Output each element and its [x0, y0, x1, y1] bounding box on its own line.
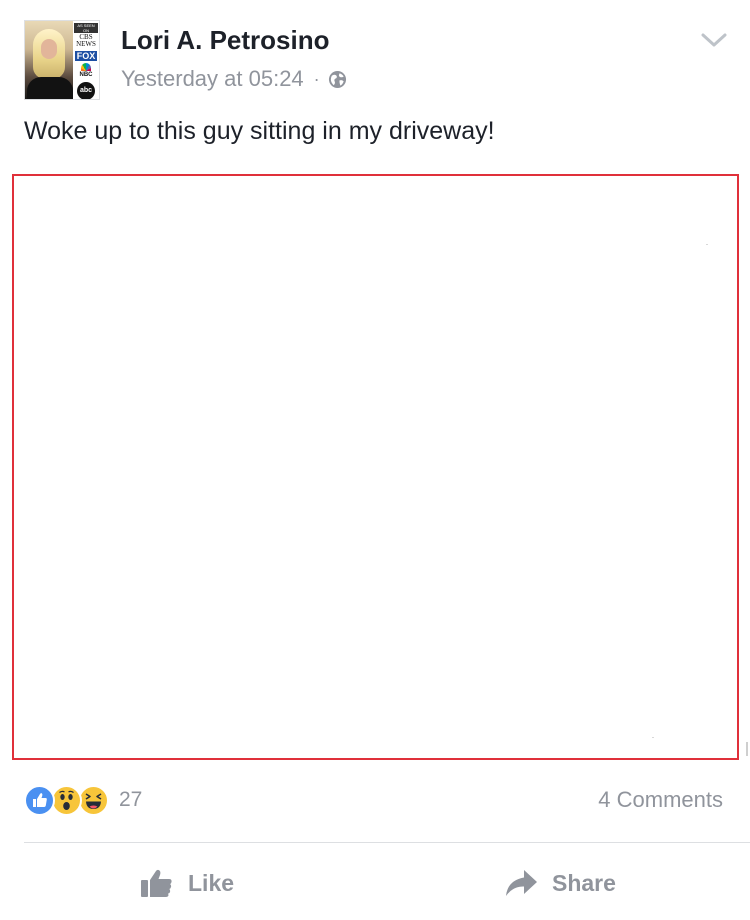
nbc-peacock-icon	[81, 63, 91, 71]
post-media[interactable]	[12, 174, 739, 760]
nbc-logo: NBC	[76, 63, 96, 81]
action-bar-divider	[24, 842, 750, 843]
author-avatar[interactable]: AS SEEN ON CBS NEWS FOX NBC abc	[24, 20, 100, 100]
like-label: Like	[188, 869, 235, 896]
thumbs-up-icon	[141, 869, 172, 897]
like-button[interactable]: Like	[140, 864, 234, 902]
share-button[interactable]: Share	[504, 864, 616, 902]
edge-mark	[746, 742, 748, 756]
avatar-network-logos: AS SEEN ON CBS NEWS FOX NBC abc	[73, 21, 99, 99]
post-meta: Yesterday at 05:24 ·	[121, 64, 347, 94]
meta-separator: ·	[313, 68, 320, 89]
haha-reaction-icon	[78, 784, 109, 816]
post-text: Woke up to this guy sitting in my drivew…	[24, 117, 495, 145]
as-seen-on-logo: AS SEEN ON	[74, 23, 98, 33]
globe-icon[interactable]	[328, 70, 347, 89]
reactions-summary[interactable]: 27	[24, 784, 142, 816]
post-timestamp[interactable]: Yesterday at 05:24	[121, 66, 304, 92]
share-label: Share	[552, 869, 616, 896]
like-reaction-icon	[24, 784, 55, 816]
avatar-photo	[25, 21, 75, 99]
author-name[interactable]: Lori A. Petrosino	[121, 24, 330, 56]
share-arrow-icon	[506, 870, 537, 896]
reaction-count: 27	[119, 788, 143, 811]
cbs-news-logo: CBS NEWS	[76, 33, 96, 48]
wow-reaction-icon	[51, 784, 82, 816]
chevron-down-icon[interactable]	[700, 30, 728, 50]
abc-logo: abc	[77, 82, 95, 99]
fox-logo: FOX	[74, 51, 98, 61]
comments-count-link[interactable]: 4 Comments	[598, 786, 723, 814]
